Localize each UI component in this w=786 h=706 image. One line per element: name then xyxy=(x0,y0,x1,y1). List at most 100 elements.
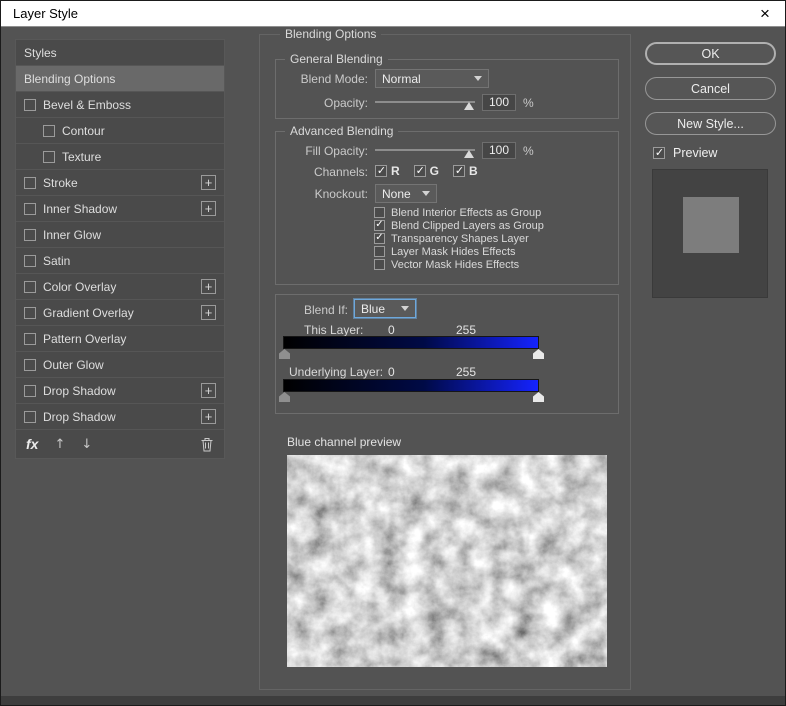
sidebar-style-list: Styles Blending Options Bevel & Emboss Cont… xyxy=(16,40,224,430)
sidebar-item-label: Drop Shadow xyxy=(43,383,116,398)
sidebar-item-outer-glow[interactable]: Outer Glow xyxy=(16,352,224,378)
cancel-button[interactable]: Cancel xyxy=(645,77,776,100)
move-effect-down-button[interactable]: ↓ xyxy=(81,437,92,452)
sidebar-item-gradient-overlay[interactable]: Gradient Overlay + xyxy=(16,300,224,326)
move-effect-up-button[interactable]: ↑ xyxy=(54,437,65,452)
blend-if-select[interactable]: Blue xyxy=(354,299,416,318)
style-enable-checkbox[interactable] xyxy=(24,228,36,241)
style-enable-checkbox[interactable] xyxy=(24,306,36,319)
new-style-button[interactable]: New Style... xyxy=(645,112,776,135)
add-effect-instance-button[interactable]: + xyxy=(201,201,216,216)
option-checkbox[interactable] xyxy=(374,219,385,231)
option-label: Vector Mask Hides Effects xyxy=(391,258,520,271)
option-label: Layer Mask Hides Effects xyxy=(391,245,516,258)
chevron-down-icon xyxy=(422,191,430,196)
sidebar-item-texture[interactable]: Texture xyxy=(16,144,224,170)
sidebar-item-inner-shadow[interactable]: Inner Shadow + xyxy=(16,196,224,222)
preview-checkbox[interactable] xyxy=(653,146,666,159)
channel-checkbox[interactable] xyxy=(453,164,466,177)
sidebar-item-inner-glow[interactable]: Inner Glow xyxy=(16,222,224,248)
style-enable-checkbox[interactable] xyxy=(24,280,36,293)
sidebar-item-bevel-emboss[interactable]: Bevel & Emboss xyxy=(16,92,224,118)
fill-opacity-label: Fill Opacity: xyxy=(305,143,368,158)
knockout-value: None xyxy=(382,186,411,201)
option-blend-clipped-layers-as-group[interactable]: Blend Clipped Layers as Group xyxy=(374,219,544,232)
channel-toggle-g[interactable]: G xyxy=(413,164,439,178)
sidebar-item-stroke[interactable]: Stroke + xyxy=(16,170,224,196)
sidebar-item-label: Blending Options xyxy=(24,71,116,86)
sidebar-item-drop-shadow[interactable]: Drop Shadow + xyxy=(16,378,224,404)
this-layer-gradient-bar[interactable] xyxy=(283,336,539,349)
sidebar-item-satin[interactable]: Satin xyxy=(16,248,224,274)
sidebar-item-label: Bevel & Emboss xyxy=(43,97,132,112)
sidebar-item-label: Styles xyxy=(24,45,57,60)
channel-toggle-b[interactable]: B xyxy=(453,164,478,178)
option-label: Transparency Shapes Layer xyxy=(391,232,529,245)
group-legend-general: General Blending xyxy=(285,52,388,66)
style-enable-checkbox[interactable] xyxy=(24,254,36,267)
sidebar-item-contour[interactable]: Contour xyxy=(16,118,224,144)
underlying-layer-black-slider[interactable] xyxy=(279,392,290,402)
chevron-down-icon xyxy=(401,306,409,311)
style-enable-checkbox[interactable] xyxy=(24,410,36,423)
add-effect-instance-button[interactable]: + xyxy=(201,175,216,190)
add-effect-instance-button[interactable]: + xyxy=(201,279,216,294)
style-preview-thumbnail xyxy=(652,169,768,298)
sidebar-item-color-overlay[interactable]: Color Overlay + xyxy=(16,274,224,300)
knockout-select[interactable]: None xyxy=(375,184,437,203)
option-checkbox[interactable] xyxy=(374,259,385,270)
opacity-slider[interactable] xyxy=(375,95,475,110)
chevron-down-icon xyxy=(474,76,482,81)
slider-track xyxy=(375,101,475,103)
style-enable-checkbox[interactable] xyxy=(24,176,36,189)
style-enable-checkbox[interactable] xyxy=(43,150,55,163)
fill-opacity-slider[interactable] xyxy=(375,143,475,158)
preview-toggle[interactable]: Preview xyxy=(653,146,717,160)
sidebar-item-styles[interactable]: Styles xyxy=(16,40,224,66)
add-effect-instance-button[interactable]: + xyxy=(201,383,216,398)
style-enable-checkbox[interactable] xyxy=(24,358,36,371)
sidebar-item-drop-shadow[interactable]: Drop Shadow + xyxy=(16,404,224,430)
fill-opacity-row: Fill Opacity: 100 % xyxy=(282,142,534,159)
style-enable-checkbox[interactable] xyxy=(43,124,55,137)
style-enable-checkbox[interactable] xyxy=(24,202,36,215)
option-vector-mask-hides-effects[interactable]: Vector Mask Hides Effects xyxy=(374,258,544,271)
style-enable-checkbox[interactable] xyxy=(24,98,36,111)
channels-row: Channels: R G B xyxy=(282,164,492,180)
advanced-blending-group: Advanced Blending Fill Opacity: 100 % Ch… xyxy=(275,124,619,285)
preview-caption: Blue channel preview xyxy=(287,435,402,449)
slider-thumb-icon[interactable] xyxy=(464,150,474,158)
style-enable-checkbox[interactable] xyxy=(24,332,36,345)
thumbnail-layer-square xyxy=(683,197,739,253)
sidebar-item-label: Inner Glow xyxy=(43,227,102,242)
channel-checkbox[interactable] xyxy=(375,164,388,177)
option-layer-mask-hides-effects[interactable]: Layer Mask Hides Effects xyxy=(374,245,544,258)
option-blend-interior-effects-as-group[interactable]: Blend Interior Effects as Group xyxy=(374,206,544,219)
option-checkbox[interactable] xyxy=(374,207,385,218)
channel-checkbox[interactable] xyxy=(413,164,427,177)
this-layer-white-slider[interactable] xyxy=(533,349,544,359)
fx-icon[interactable]: fx xyxy=(26,436,38,452)
delete-effect-button[interactable] xyxy=(200,437,214,452)
sidebar-item-label: Gradient Overlay xyxy=(43,305,134,320)
underlying-layer-gradient-bar[interactable] xyxy=(283,379,539,392)
slider-thumb-icon[interactable] xyxy=(464,102,474,110)
sidebar-item-pattern-overlay[interactable]: Pattern Overlay xyxy=(16,326,224,352)
fill-opacity-field[interactable]: 100 xyxy=(482,142,516,159)
underlying-layer-white-slider[interactable] xyxy=(533,392,544,402)
sidebar-item-blending-options[interactable]: Blending Options xyxy=(16,66,224,92)
option-checkbox[interactable] xyxy=(374,246,385,257)
close-icon[interactable]: × xyxy=(745,1,785,27)
add-effect-instance-button[interactable]: + xyxy=(201,409,216,424)
style-enable-checkbox[interactable] xyxy=(24,384,36,397)
add-effect-instance-button[interactable]: + xyxy=(201,305,216,320)
option-checkbox[interactable] xyxy=(374,232,385,244)
ok-button[interactable]: OK xyxy=(645,42,776,65)
opacity-field[interactable]: 100 xyxy=(482,94,516,111)
channel-toggle-r[interactable]: R xyxy=(375,164,400,178)
this-layer-black-slider[interactable] xyxy=(279,349,290,359)
advanced-options-list: Blend Interior Effects as GroupBlend Cli… xyxy=(374,206,544,271)
blend-mode-select[interactable]: Normal xyxy=(375,69,489,88)
option-transparency-shapes-layer[interactable]: Transparency Shapes Layer xyxy=(374,232,544,245)
knockout-label: Knockout: xyxy=(314,186,368,201)
